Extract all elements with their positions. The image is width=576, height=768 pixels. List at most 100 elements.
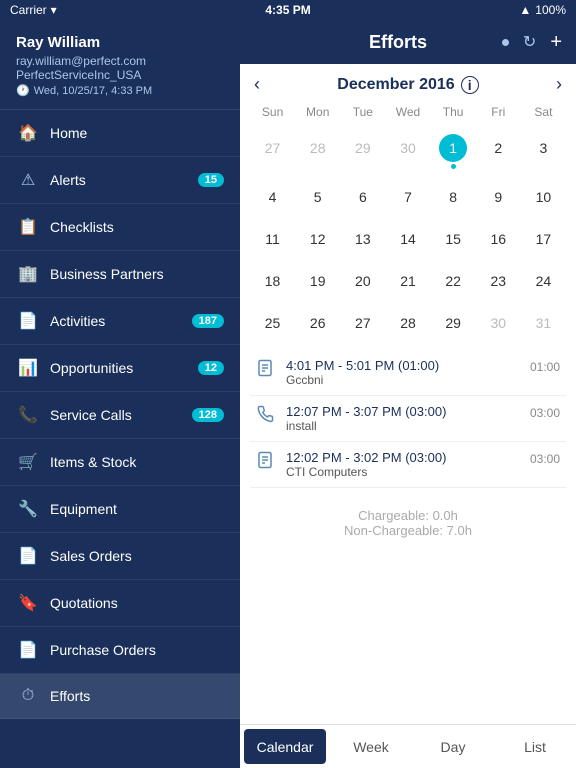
sidebar-item-label-alerts: Alerts [50, 172, 198, 188]
day-num: 3 [529, 134, 557, 162]
purchase-orders-icon: 📄 [16, 640, 40, 660]
cal-cell-r1c3[interactable]: 7 [385, 176, 430, 218]
cal-cell-r1c0[interactable]: 4 [250, 176, 295, 218]
sidebar-item-checklists[interactable]: 📋Checklists [0, 204, 240, 251]
sidebar-item-items-stock[interactable]: 🛒Items & Stock [0, 439, 240, 486]
phone-icon [256, 405, 278, 428]
day-name-sat: Sat [521, 101, 566, 123]
cal-cell-r1c1[interactable]: 5 [295, 176, 340, 218]
cal-cell-r4c4[interactable]: 29 [431, 302, 476, 344]
prev-month-button[interactable]: ‹ [254, 74, 260, 95]
cal-cell-r0c4[interactable]: 1 [431, 127, 476, 176]
tab-bar: CalendarWeekDayList [240, 724, 576, 768]
cal-cell-r4c0[interactable]: 25 [250, 302, 295, 344]
cal-cell-r0c3[interactable]: 30 [385, 127, 430, 176]
cal-cell-r3c2[interactable]: 20 [340, 260, 385, 302]
carrier-label: Carrier [10, 3, 47, 17]
sidebar-item-home[interactable]: 🏠Home [0, 110, 240, 157]
sidebar-item-efforts[interactable]: ⏱Efforts [0, 674, 240, 719]
cal-cell-r3c0[interactable]: 18 [250, 260, 295, 302]
sidebar-item-sales-orders[interactable]: 📄Sales Orders [0, 533, 240, 580]
event-duration-1: 03:00 [520, 404, 560, 420]
cal-cell-r4c3[interactable]: 28 [385, 302, 430, 344]
chargeable-summary: Chargeable: 0.0h [254, 508, 562, 523]
event-name-1: install [286, 419, 512, 433]
right-panel: Efforts ↻ + ‹ December 2016 i › SunMonTu… [240, 20, 576, 768]
cal-cell-r3c4[interactable]: 22 [431, 260, 476, 302]
day-num: 1 [439, 134, 467, 162]
sidebar-item-opportunities[interactable]: 📊Opportunities12 [0, 345, 240, 392]
event-item-2[interactable]: 12:02 PM - 3:02 PM (03:00)CTI Computers0… [250, 442, 566, 488]
info-icon[interactable]: i [461, 76, 479, 94]
cal-cell-r4c6[interactable]: 31 [521, 302, 566, 344]
event-item-1[interactable]: 12:07 PM - 3:07 PM (03:00)install03:00 [250, 396, 566, 442]
cal-cell-r2c1[interactable]: 12 [295, 218, 340, 260]
calendar-container: ‹ December 2016 i › SunMonTueWedThuFriSa… [240, 64, 576, 724]
sidebar-item-service-calls[interactable]: 📞Service Calls128 [0, 392, 240, 439]
cal-cell-r3c6[interactable]: 24 [521, 260, 566, 302]
sidebar-item-activities[interactable]: 📄Activities187 [0, 298, 240, 345]
cal-cell-r4c5[interactable]: 30 [476, 302, 521, 344]
tab-week[interactable]: Week [330, 725, 412, 768]
add-icon[interactable]: + [550, 31, 562, 54]
day-num: 19 [304, 267, 332, 295]
sidebar-item-label-activities: Activities [50, 313, 192, 329]
badge-alerts: 15 [198, 173, 224, 187]
business-partners-icon: 🏢 [16, 264, 40, 284]
cal-cell-r2c0[interactable]: 11 [250, 218, 295, 260]
day-name-sun: Sun [250, 101, 295, 123]
cal-cell-r0c2[interactable]: 29 [340, 127, 385, 176]
tab-day[interactable]: Day [412, 725, 494, 768]
cal-cell-r4c2[interactable]: 27 [340, 302, 385, 344]
status-bar-left: Carrier ▾ [10, 3, 57, 17]
day-num: 27 [349, 309, 377, 337]
next-month-button[interactable]: › [556, 74, 562, 95]
sidebar-item-equipment[interactable]: 🔧Equipment [0, 486, 240, 533]
cal-cell-r3c3[interactable]: 21 [385, 260, 430, 302]
cal-cell-r3c1[interactable]: 19 [295, 260, 340, 302]
summary-section: Chargeable: 0.0h Non-Chargeable: 7.0h [240, 498, 576, 548]
battery-label: 100% [535, 3, 566, 17]
status-bar: Carrier ▾ 4:35 PM ▲ 100% [0, 0, 576, 20]
sidebar-item-purchase-orders[interactable]: 📄Purchase Orders [0, 627, 240, 674]
cal-cell-r1c6[interactable]: 10 [521, 176, 566, 218]
signal-icon: ▲ [519, 3, 531, 17]
day-num: 30 [394, 134, 422, 162]
cal-cell-r1c2[interactable]: 6 [340, 176, 385, 218]
cal-cell-r1c4[interactable]: 8 [431, 176, 476, 218]
day-num: 8 [439, 183, 467, 211]
cal-cell-r2c5[interactable]: 16 [476, 218, 521, 260]
badge-activities: 187 [192, 314, 224, 328]
quotations-icon: 🔖 [16, 593, 40, 613]
non-chargeable-summary: Non-Chargeable: 7.0h [254, 523, 562, 538]
tab-calendar[interactable]: Calendar [244, 729, 326, 764]
sidebar-item-label-quotations: Quotations [50, 595, 224, 611]
cal-cell-r0c5[interactable]: 2 [476, 127, 521, 176]
panel-title: Efforts [294, 32, 502, 53]
cal-cell-r0c1[interactable]: 28 [295, 127, 340, 176]
sidebar-item-quotations[interactable]: 🔖 Quotations [0, 580, 240, 627]
event-item-0[interactable]: 4:01 PM - 5:01 PM (01:00)Gccbni01:00 [250, 350, 566, 396]
cal-cell-r4c1[interactable]: 26 [295, 302, 340, 344]
day-num: 21 [394, 267, 422, 295]
cal-cell-r2c2[interactable]: 13 [340, 218, 385, 260]
day-name-wed: Wed [385, 101, 430, 123]
cal-cell-r2c4[interactable]: 15 [431, 218, 476, 260]
home-icon: 🏠 [16, 123, 40, 143]
event-time-0: 4:01 PM - 5:01 PM (01:00) [286, 358, 512, 373]
sidebar-item-alerts[interactable]: ⚠Alerts15 [0, 157, 240, 204]
tab-list[interactable]: List [494, 725, 576, 768]
refresh-icon[interactable]: ↻ [523, 32, 536, 52]
status-bar-right: ▲ 100% [519, 3, 566, 17]
service-calls-icon: 📞 [16, 405, 40, 425]
day-num: 31 [529, 309, 557, 337]
cal-cell-r3c5[interactable]: 23 [476, 260, 521, 302]
cal-cell-r0c0[interactable]: 27 [250, 127, 295, 176]
efforts-icon: ⏱ [16, 687, 40, 705]
sidebar-item-business-partners[interactable]: 🏢Business Partners [0, 251, 240, 298]
cal-cell-r0c6[interactable]: 3 [521, 127, 566, 176]
day-name-mon: Mon [295, 101, 340, 123]
cal-cell-r2c6[interactable]: 17 [521, 218, 566, 260]
cal-cell-r1c5[interactable]: 9 [476, 176, 521, 218]
cal-cell-r2c3[interactable]: 14 [385, 218, 430, 260]
